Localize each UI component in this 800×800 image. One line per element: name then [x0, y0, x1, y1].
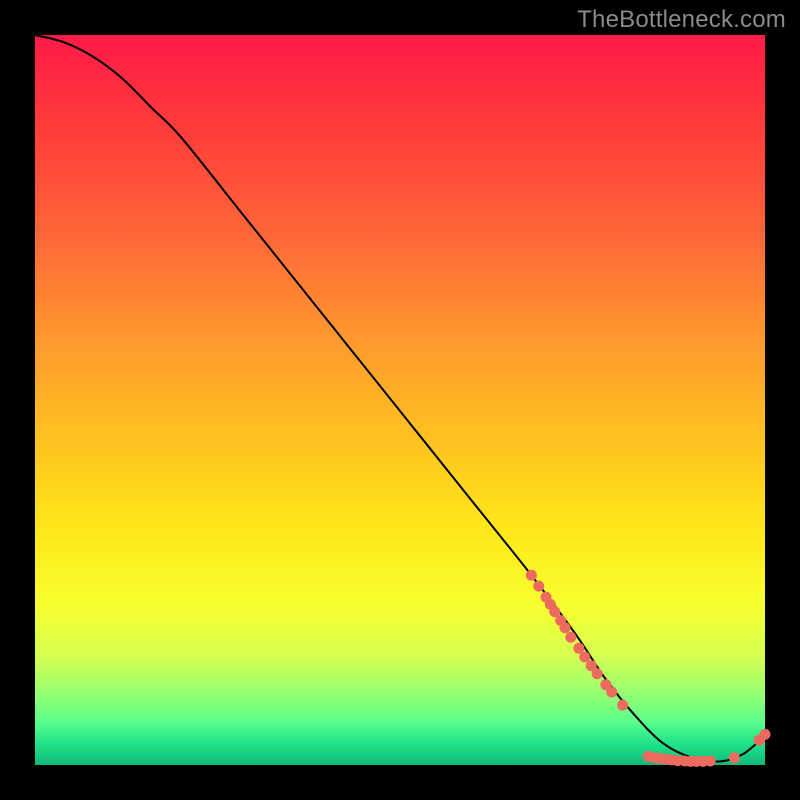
- data-point: [565, 632, 576, 643]
- data-point: [533, 581, 544, 592]
- data-points: [526, 570, 771, 767]
- data-point: [592, 668, 603, 679]
- chart-frame: TheBottleneck.com: [0, 0, 800, 800]
- data-point: [606, 687, 617, 698]
- bottleneck-curve: [35, 35, 765, 762]
- data-point: [559, 622, 570, 633]
- data-point: [579, 651, 590, 662]
- watermark-text: TheBottleneck.com: [577, 6, 786, 34]
- data-point: [705, 755, 716, 766]
- chart-svg: [35, 35, 765, 765]
- data-point: [526, 570, 537, 581]
- data-point: [729, 752, 740, 763]
- data-point: [760, 729, 771, 740]
- plot-area: [35, 35, 765, 765]
- data-point: [617, 700, 628, 711]
